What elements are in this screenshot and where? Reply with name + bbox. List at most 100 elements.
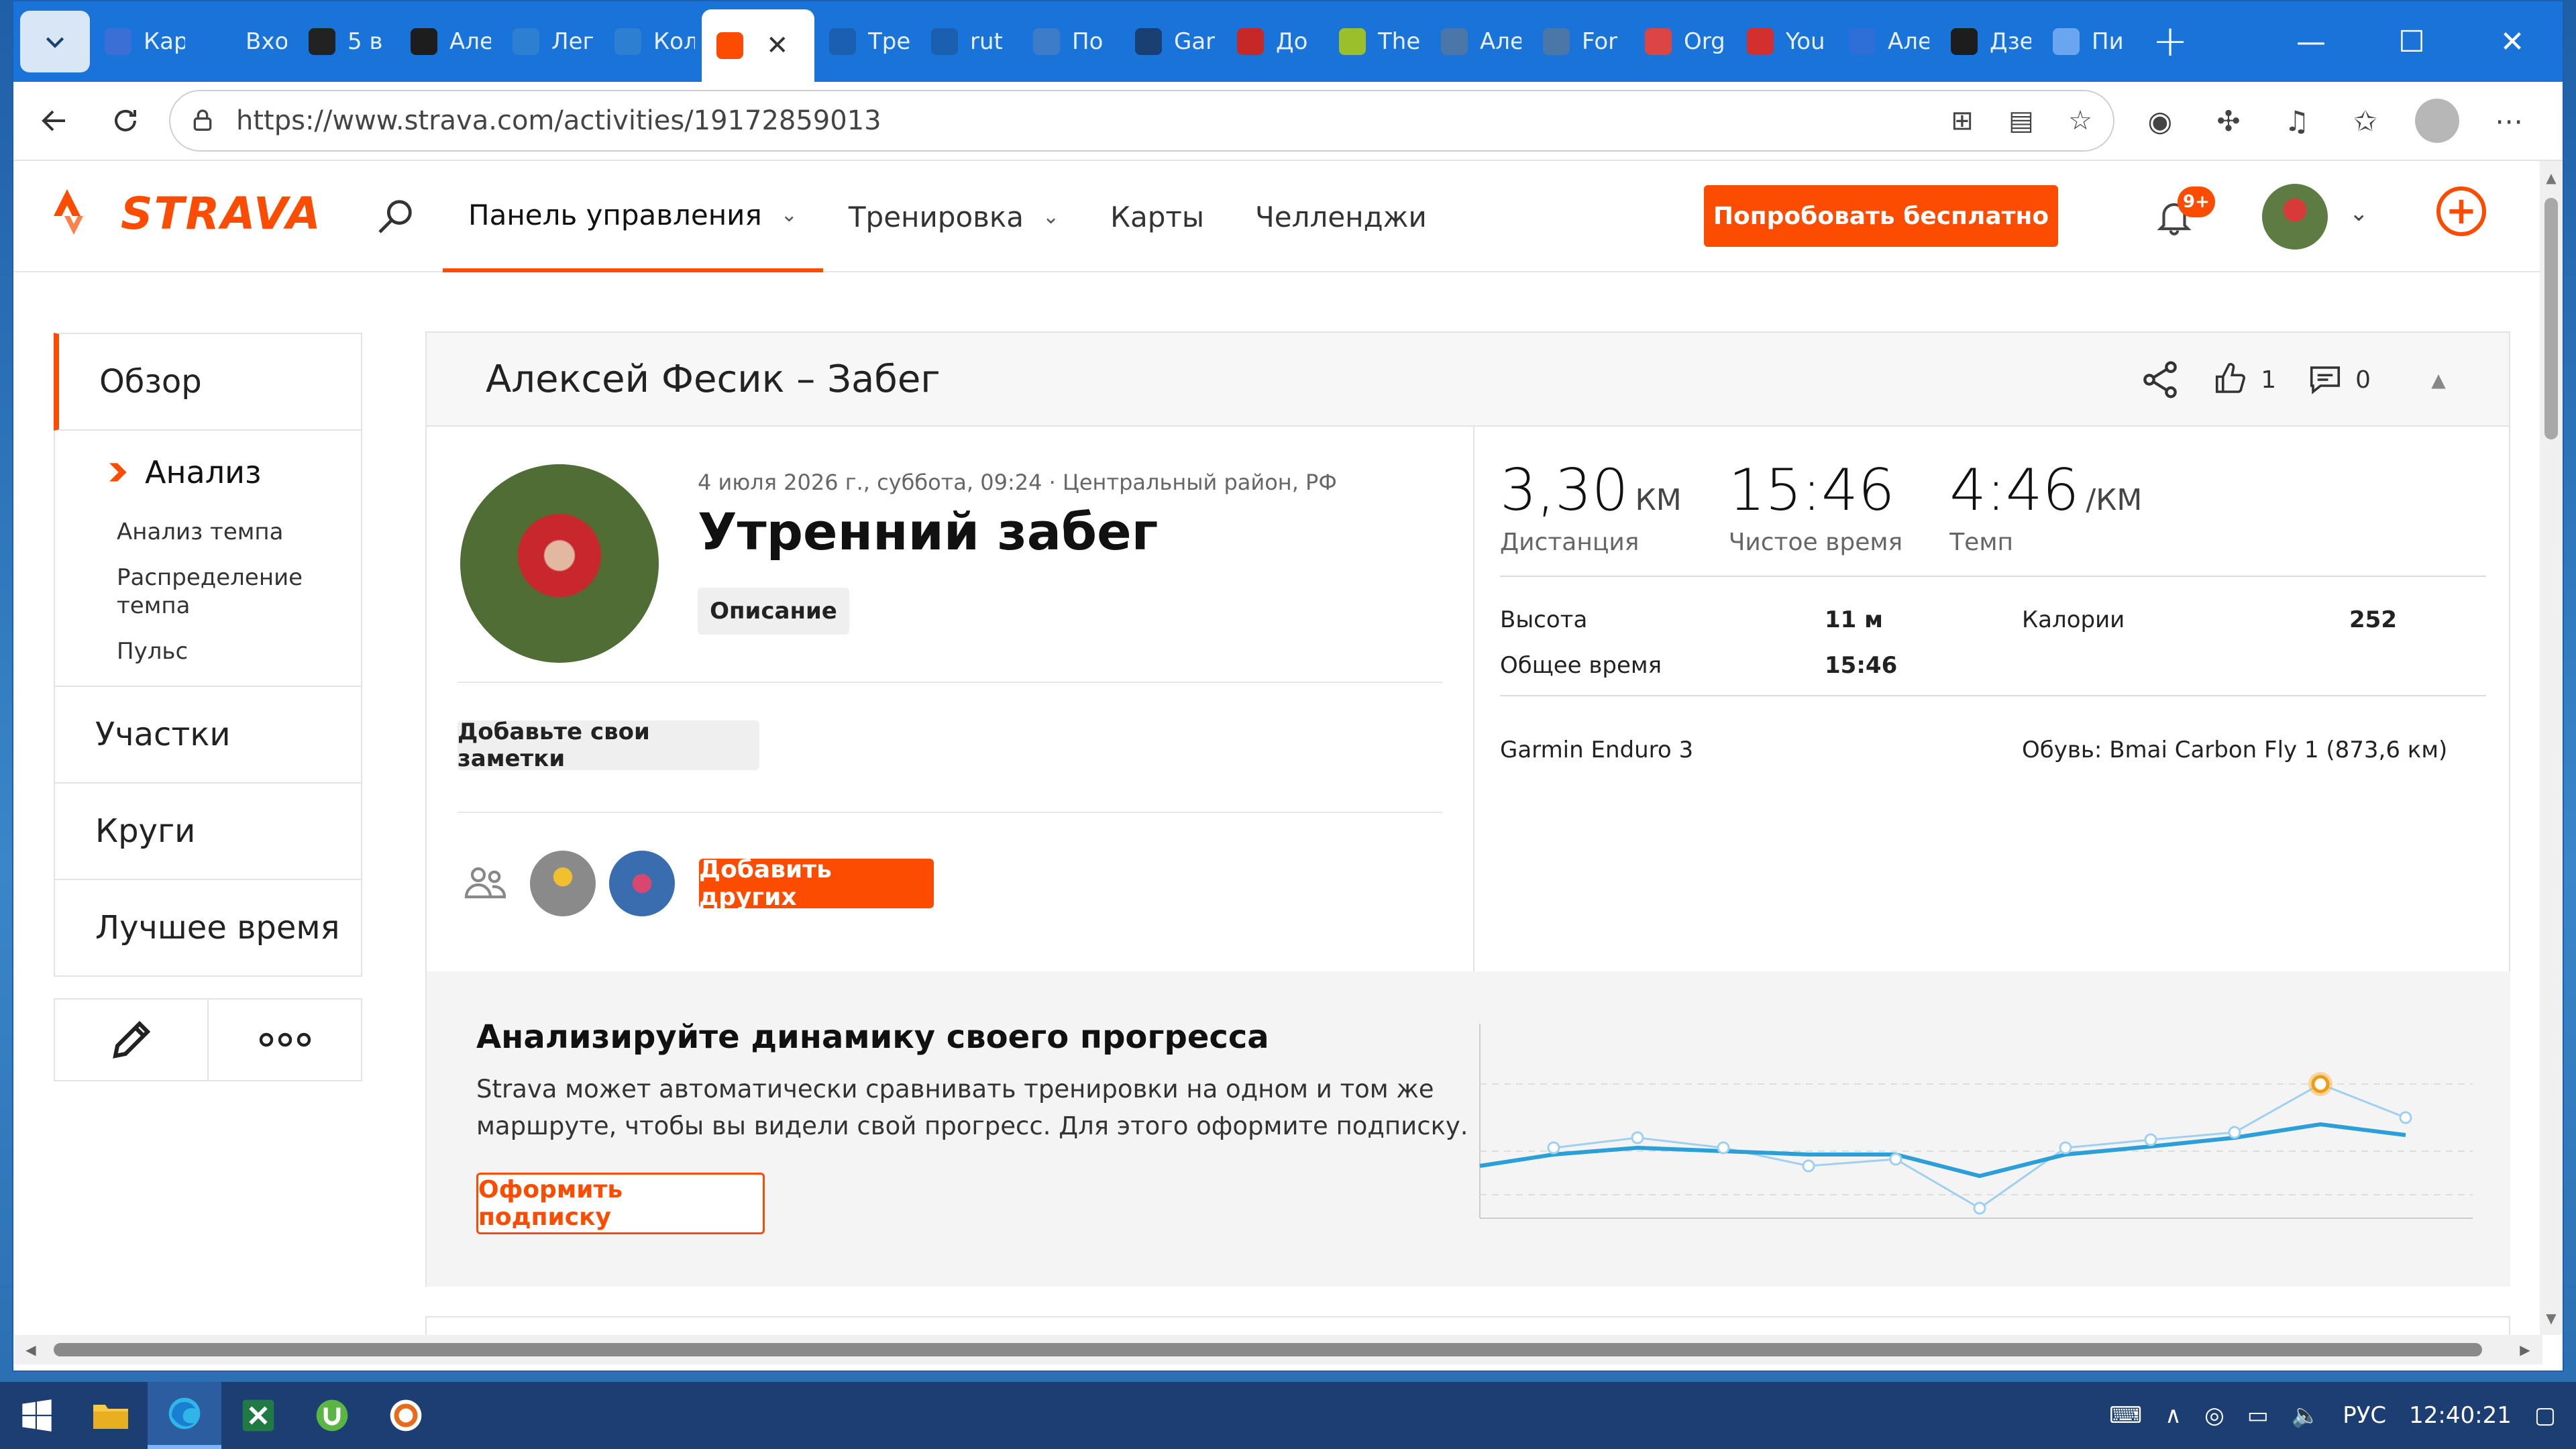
stat-key: Высота: [1500, 606, 1588, 633]
sidebar-subitem-pace-distribution[interactable]: Распределение темпа: [55, 564, 337, 620]
collapse-triangle-icon[interactable]: ▲: [2402, 369, 2475, 391]
refresh-icon: [115, 109, 136, 131]
scroll-up-icon[interactable]: ▲: [2540, 166, 2563, 189]
favorites-icon[interactable]: ✩: [2347, 102, 2384, 140]
favorite-star-icon[interactable]: ☆: [2063, 104, 2097, 138]
planet-icon[interactable]: ◉: [2141, 102, 2179, 140]
scroll-down-icon[interactable]: ▼: [2540, 1307, 2563, 1330]
shoes-name[interactable]: Обувь: Bmai Carbon Fly 1 (873,6 км): [2022, 737, 2447, 763]
browser-tab[interactable]: vk-icon Але: [1426, 1, 1528, 82]
app-icon[interactable]: [369, 1382, 443, 1449]
sidebar-item-best-efforts[interactable]: Лучшее время: [54, 880, 362, 977]
more-options-button[interactable]: [207, 1000, 361, 1080]
sidebar-subitem-heart-rate[interactable]: Пульс: [55, 637, 337, 665]
language-indicator[interactable]: РУС: [2343, 1402, 2386, 1429]
clock[interactable]: 12:40:21: [2409, 1402, 2512, 1429]
browser-tab[interactable]: check-icon Org: [1630, 1, 1732, 82]
new-tab-button[interactable]: +: [2140, 11, 2200, 72]
browser-tab[interactable]: b-icon 5 в: [294, 1, 396, 82]
close-window-button[interactable]: ✕: [2462, 1, 2563, 82]
scroll-thumb[interactable]: [54, 1343, 2482, 1356]
apps-icon[interactable]: ⊞: [1945, 104, 1979, 138]
scroll-thumb[interactable]: [2544, 198, 2558, 439]
nav-item[interactable]: Карты: [1085, 161, 1230, 272]
vertical-scrollbar[interactable]: ▲ ▼: [2540, 161, 2563, 1335]
nav-item[interactable]: Тренировка ⌄: [823, 161, 1085, 272]
athlete-avatar[interactable]: [460, 464, 659, 663]
browser-tab[interactable]: umbrella-icon По: [1018, 1, 1120, 82]
add-notes-button[interactable]: Добавьте свои заметки: [458, 718, 759, 772]
group-athlete-avatar[interactable]: [530, 851, 596, 916]
browser-tab[interactable]: runner-icon Але: [396, 1, 498, 82]
excel-icon[interactable]: [221, 1382, 295, 1449]
browser-tab[interactable]: flag-icon До: [1222, 1, 1324, 82]
comments-button[interactable]: 0: [2307, 362, 2371, 398]
reader-icon[interactable]: ▤: [2004, 104, 2038, 138]
reload-button[interactable]: [95, 91, 156, 151]
media-icon[interactable]: ♫: [2278, 102, 2316, 140]
camera-icon[interactable]: ◎: [2204, 1402, 2224, 1429]
browser-tab[interactable]: mail-icon Вхо: [192, 1, 294, 82]
chevron-down-icon[interactable]: ⌄: [2349, 200, 2369, 227]
try-free-button[interactable]: Попробовать бесплатно: [1704, 185, 2058, 247]
sidebar-item-segments[interactable]: Участки: [54, 687, 362, 784]
browser-tab[interactable]: map-pin-icon Кар: [90, 1, 192, 82]
scroll-left-icon[interactable]: ◀: [17, 1335, 44, 1364]
browser-tab[interactable]: star-icon Дзе: [1936, 1, 2038, 82]
browser-tab[interactable]: sb-icon Лег: [498, 1, 600, 82]
chart-point: [2228, 1126, 2241, 1139]
stats-row: Общее время 15:46: [1500, 643, 2486, 688]
nav-item[interactable]: Челленджи: [1230, 161, 1452, 272]
address-bar[interactable]: https://www.strava.com/activities/191728…: [169, 90, 2114, 152]
browser-tab[interactable]: edit-icon Пи: [2038, 1, 2140, 82]
browser-tab[interactable]: drop-icon Тре: [814, 1, 916, 82]
edit-button[interactable]: [55, 1000, 207, 1080]
description-button[interactable]: Описание: [698, 588, 849, 635]
group-athlete-avatar[interactable]: [609, 851, 675, 916]
notification-center-icon[interactable]: ▢: [2534, 1402, 2556, 1429]
browser-tab[interactable]: lock-icon rut: [916, 1, 1018, 82]
scroll-right-icon[interactable]: ▶: [2512, 1335, 2538, 1364]
extensions-icon[interactable]: ✣: [2210, 102, 2247, 140]
volume-icon[interactable]: 🔈: [2292, 1402, 2320, 1429]
browser-tab[interactable]: garmin-icon Gar: [1120, 1, 1222, 82]
kudos-button[interactable]: 1: [2212, 362, 2276, 398]
sidebar-item-laps[interactable]: Круги: [54, 784, 362, 880]
browser-tab[interactable]: circle-icon The: [1324, 1, 1426, 82]
minimize-button[interactable]: —: [2261, 1, 2361, 82]
sidebar-item-analysis[interactable]: Анализ: [55, 444, 361, 500]
share-button[interactable]: [2139, 358, 2182, 401]
url-text[interactable]: https://www.strava.com/activities/191728…: [236, 105, 1945, 136]
network-icon[interactable]: ▭: [2247, 1402, 2269, 1429]
file-explorer-icon[interactable]: [74, 1382, 148, 1449]
browser-tab[interactable]: r-icon Але: [1834, 1, 1936, 82]
add-activity-button[interactable]: +: [2436, 186, 2486, 236]
tray-expand-icon[interactable]: ∧: [2165, 1402, 2182, 1429]
start-button[interactable]: [0, 1382, 74, 1449]
utorrent-icon[interactable]: [295, 1382, 369, 1449]
keyboard-icon[interactable]: ⌨: [2109, 1402, 2142, 1429]
subscribe-button[interactable]: Оформить подписку: [476, 1173, 765, 1234]
horizontal-scrollbar[interactable]: ◀ ▶: [13, 1335, 2542, 1364]
back-button[interactable]: [24, 91, 85, 151]
sidebar-subitem-pace-analysis[interactable]: Анализ темпа: [55, 518, 337, 546]
browser-tab[interactable]: sb-icon Кол: [600, 1, 702, 82]
add-others-button[interactable]: Добавить других: [699, 856, 934, 911]
browser-tab[interactable]: vk-icon For: [1528, 1, 1630, 82]
maximize-button[interactable]: ☐: [2361, 1, 2462, 82]
lock-icon[interactable]: [186, 105, 219, 137]
browser-tab[interactable]: strava-icon ✕: [702, 9, 814, 82]
more-icon[interactable]: ⋯: [2490, 102, 2528, 140]
sidebar-item-overview[interactable]: Обзор: [54, 333, 362, 431]
user-avatar[interactable]: [2262, 184, 2328, 250]
strava-logo[interactable]: STRAVA: [51, 186, 322, 240]
close-tab-icon[interactable]: ✕: [766, 30, 789, 61]
browser-tab[interactable]: youtube-icon You: [1732, 1, 1834, 82]
chart-line-main: [1479, 1122, 2406, 1179]
profile-avatar[interactable]: [2415, 99, 2459, 143]
tab-actions-button[interactable]: [20, 11, 90, 72]
search-icon[interactable]: [369, 189, 423, 243]
tab-label: Але: [449, 28, 491, 55]
nav-item[interactable]: Панель управления ⌄: [443, 161, 823, 272]
edge-browser-icon[interactable]: [148, 1382, 221, 1449]
